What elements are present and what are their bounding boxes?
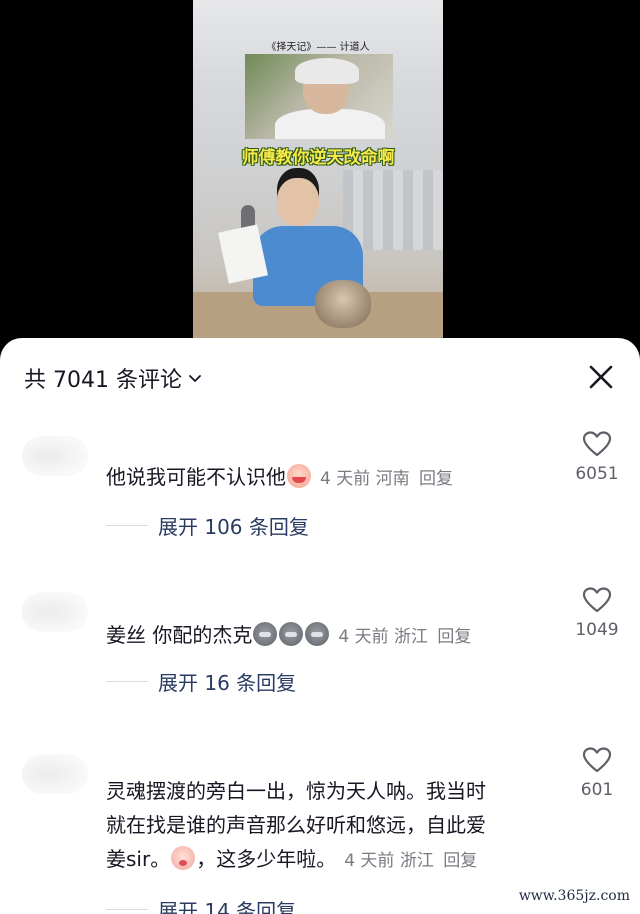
speaker-head bbox=[277, 178, 319, 226]
chevron-down-icon bbox=[189, 375, 201, 382]
video-subtitle: 师傅教你逆天改命啊 bbox=[241, 148, 395, 168]
expand-divider bbox=[106, 680, 148, 682]
gray-face-icon bbox=[253, 622, 278, 646]
video-caption: 《择天记》—— 计道人 bbox=[266, 42, 370, 53]
site-watermark: www.365jz.com bbox=[510, 886, 634, 906]
like-button[interactable]: 1049 bbox=[560, 586, 634, 640]
video-frame[interactable]: 《择天记》—— 计道人 师傅教你逆天改命啊 bbox=[193, 0, 443, 345]
like-button[interactable]: 6051 bbox=[560, 430, 634, 484]
comment-meta: 4 天前 浙江 回复 bbox=[344, 851, 478, 871]
comment-count-title[interactable]: 共 7041 条评论 bbox=[24, 362, 202, 394]
like-count: 1049 bbox=[575, 620, 619, 640]
avatar[interactable] bbox=[22, 592, 88, 632]
comment-text[interactable]: 灵魂摆渡的旁白一出，惊为天人呐。我当时 就在找是谁的声音那么好听和悠远，自此爱 … bbox=[106, 774, 556, 878]
expand-replies-button[interactable]: 展开 16 条回复 bbox=[106, 666, 296, 696]
heart-icon bbox=[582, 431, 612, 457]
expand-replies-button[interactable]: 展开 106 条回复 bbox=[106, 510, 309, 540]
like-button[interactable]: 601 bbox=[560, 746, 634, 800]
video-player[interactable]: 《择天记》—— 计道人 师傅教你逆天改命啊 bbox=[0, 0, 640, 360]
comment-item: 姜丝 你配的杰克 4 天前 浙江 回复 展开 16 条回复 1049 bbox=[0, 586, 640, 706]
gray-face-icon bbox=[305, 622, 330, 646]
studio-shelf bbox=[343, 170, 443, 250]
script-paper bbox=[218, 224, 268, 284]
comments-sheet: 共 7041 条评论 他说我可能不认识他 4 天前 河南 回复 展开 106 条回… bbox=[0, 338, 640, 914]
expand-replies-label: 展开 106 条回复 bbox=[158, 514, 309, 539]
avatar[interactable] bbox=[22, 436, 88, 476]
crying-face-icon bbox=[287, 464, 311, 488]
expand-replies-button[interactable]: 展开 14 条回复 bbox=[106, 894, 296, 914]
like-count: 601 bbox=[580, 780, 614, 800]
comment-count-text: 共 7041 条评论 bbox=[24, 368, 182, 393]
comments-header: 共 7041 条评论 bbox=[0, 338, 640, 416]
dog bbox=[315, 280, 371, 328]
close-icon bbox=[589, 365, 613, 389]
comment-meta: 4 天前 浙江 回复 bbox=[338, 627, 472, 647]
comment-meta: 4 天前 河南 回复 bbox=[320, 469, 454, 489]
expand-replies-label: 展开 14 条回复 bbox=[158, 898, 297, 914]
close-button[interactable] bbox=[586, 362, 616, 392]
reply-button[interactable]: 回复 bbox=[443, 851, 477, 871]
heart-icon bbox=[582, 747, 612, 773]
comment-item: 他说我可能不认识他 4 天前 河南 回复 展开 106 条回复 6051 bbox=[0, 430, 640, 550]
gray-face-icon bbox=[279, 622, 304, 646]
inset-figure-hair bbox=[295, 58, 359, 84]
expand-replies-label: 展开 16 条回复 bbox=[158, 670, 297, 695]
like-count: 6051 bbox=[575, 464, 619, 484]
reply-button[interactable]: 回复 bbox=[437, 627, 471, 647]
video-inset-clip bbox=[245, 54, 393, 139]
heart-icon bbox=[582, 587, 612, 613]
expand-divider bbox=[106, 524, 148, 526]
expand-divider bbox=[106, 908, 148, 910]
reply-button[interactable]: 回复 bbox=[419, 469, 453, 489]
pink-face-icon bbox=[171, 846, 196, 870]
avatar[interactable] bbox=[22, 754, 88, 794]
comment-text[interactable]: 姜丝 你配的杰克 4 天前 浙江 回复 bbox=[106, 618, 556, 654]
comment-text[interactable]: 他说我可能不认识他 4 天前 河南 回复 bbox=[106, 460, 556, 496]
